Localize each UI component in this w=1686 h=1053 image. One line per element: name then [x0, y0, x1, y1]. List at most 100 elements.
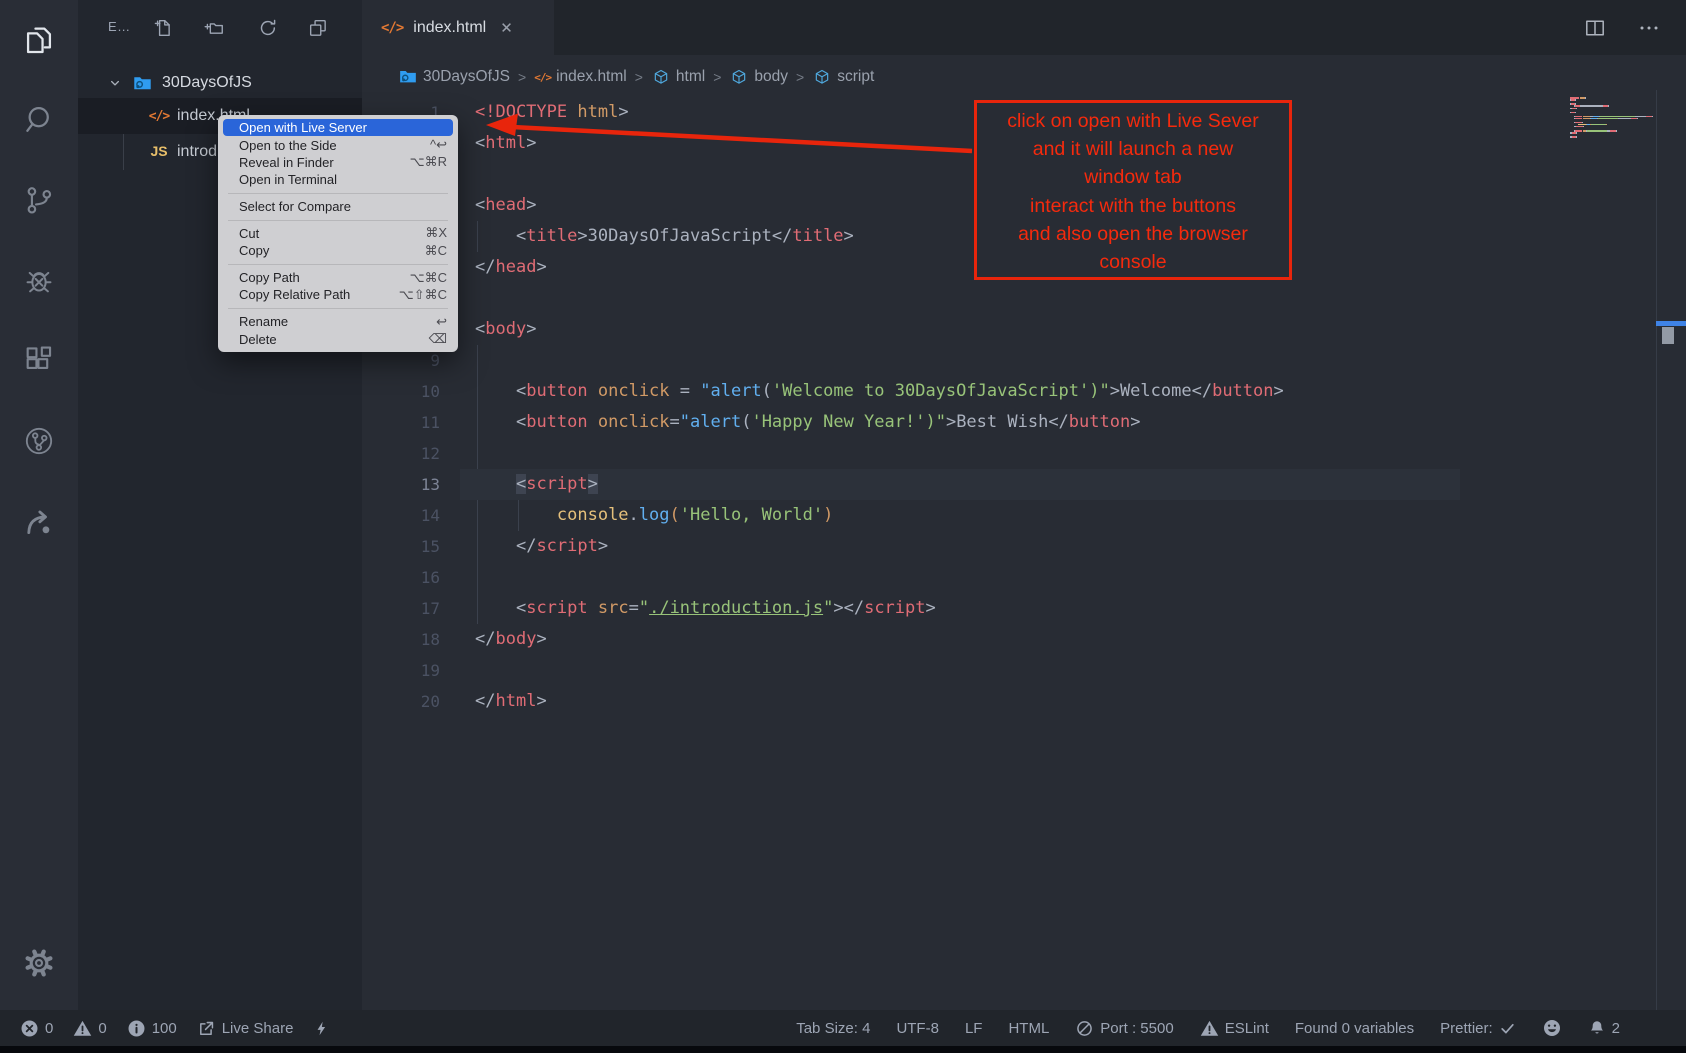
status-item-tab-size-4[interactable]: Tab Size: 4: [796, 1020, 870, 1037]
menu-item-shortcut: ⌫: [429, 331, 447, 347]
breadcrumb-item-script[interactable]: script: [812, 67, 874, 87]
menu-item-cut[interactable]: Cut⌘X: [218, 225, 458, 242]
code-text: <body>: [475, 314, 536, 345]
menu-item-label: Copy: [239, 243, 269, 258]
status-item-2[interactable]: 2: [1588, 1018, 1620, 1038]
activity-bar: [0, 0, 78, 1010]
menu-item-open-in-terminal[interactable]: Open in Terminal: [218, 171, 458, 188]
remote-icon[interactable]: [22, 424, 56, 458]
code-text: <script src="./introduction.js"></script…: [475, 593, 936, 624]
status-item-0[interactable]: 0: [73, 1019, 106, 1038]
status-item-port-5500[interactable]: Port : 5500: [1075, 1019, 1173, 1038]
status-item-live-share[interactable]: Live Share: [197, 1019, 294, 1038]
breadcrumb-label: index.html: [556, 68, 627, 86]
folder-icon: [132, 73, 153, 94]
line-number: 15: [362, 531, 440, 562]
menu-item-open-with-live-server[interactable]: Open with Live Server: [223, 119, 453, 136]
menu-item-open-to-the-side[interactable]: Open to the Side^↩: [218, 136, 458, 153]
explorer-icon[interactable]: [22, 23, 56, 57]
html-file-icon: </>: [534, 71, 551, 84]
line-number: 16: [362, 562, 440, 593]
status-item-utf-8[interactable]: UTF-8: [896, 1020, 939, 1037]
breadcrumb-item-body[interactable]: body: [729, 67, 788, 87]
extensions-icon[interactable]: [22, 343, 56, 377]
warning-icon: [73, 1019, 92, 1038]
menu-item-rename[interactable]: Rename↩: [218, 313, 458, 330]
tab-index-html[interactable]: </> index.html ✕: [362, 0, 554, 55]
current-line-highlight: [460, 469, 1460, 500]
code-line: 14 console.log('Hello, World'): [362, 500, 1686, 531]
new-file-icon[interactable]: [153, 17, 175, 39]
status-item-html[interactable]: HTML: [1008, 1020, 1049, 1037]
annotation-line: window tab: [977, 163, 1289, 191]
status-item-0[interactable]: 0: [20, 1019, 53, 1038]
breadcrumb-item-index.html[interactable]: </> index.html: [534, 68, 627, 86]
symbol-cube-icon: [812, 67, 832, 87]
code-text: </html>: [475, 686, 547, 717]
menu-separator: [228, 193, 448, 194]
explorer-title: E…: [108, 19, 131, 34]
code-line: 9: [362, 345, 1686, 376]
new-folder-icon[interactable]: [203, 17, 225, 39]
menu-item-copy-path[interactable]: Copy Path⌥⌘C: [218, 269, 458, 286]
code-line: 19: [362, 655, 1686, 686]
status-label: 0: [98, 1020, 106, 1037]
tab-label: index.html: [413, 19, 486, 37]
code-text: <button onclick="alert('Happy New Year!'…: [475, 407, 1140, 438]
status-label: HTML: [1008, 1020, 1049, 1037]
menu-item-delete[interactable]: Delete⌫: [218, 330, 458, 347]
menu-item-label: Select for Compare: [239, 199, 351, 214]
slash-icon: [1075, 1019, 1094, 1038]
status-item-100[interactable]: 100: [127, 1019, 177, 1038]
close-tab-icon[interactable]: ✕: [500, 19, 513, 37]
code-text: </head>: [475, 252, 547, 283]
menu-item-copy-relative-path[interactable]: Copy Relative Path ⌥⇧⌘C: [218, 286, 458, 303]
code-line: 11 <button onclick="alert('Happy New Yea…: [362, 407, 1686, 438]
context-menu: Open with Live ServerOpen to the Side^↩R…: [218, 115, 458, 352]
chevron-down-icon: [106, 74, 124, 92]
code-line: 16: [362, 562, 1686, 593]
search-icon[interactable]: [22, 103, 56, 137]
collapse-all-icon[interactable]: [307, 17, 329, 39]
line-number: 13: [362, 469, 440, 500]
status-item-prettier-[interactable]: Prettier:: [1440, 1020, 1516, 1037]
split-editor-icon[interactable]: [1583, 16, 1607, 40]
status-item-eslint[interactable]: ESLint: [1200, 1019, 1269, 1038]
breadcrumb-item-30DaysOfJS[interactable]: 30DaysOfJS: [398, 67, 510, 87]
tree-item-root-folder[interactable]: 30DaysOfJS: [78, 65, 362, 101]
status-label: 100: [152, 1020, 177, 1037]
menu-item-copy[interactable]: Copy⌘C: [218, 242, 458, 259]
line-number: 14: [362, 500, 440, 531]
code-line: 8<body>: [362, 314, 1686, 345]
live-share-icon[interactable]: [22, 505, 56, 539]
menu-item-label: Open to the Side: [239, 138, 337, 153]
more-actions-icon[interactable]: [1637, 16, 1661, 40]
code-line: 12: [362, 438, 1686, 469]
status-item-lightning[interactable]: [313, 1018, 330, 1039]
code-text: <head>: [475, 190, 536, 221]
menu-item-reveal-in-finder[interactable]: Reveal in Finder⌥⌘R: [218, 154, 458, 171]
symbol-cube-icon: [729, 67, 749, 87]
status-item-found-0-variables[interactable]: Found 0 variables: [1295, 1020, 1414, 1037]
status-item-lf[interactable]: LF: [965, 1020, 983, 1037]
menu-item-select-for-compare[interactable]: Select for Compare: [218, 198, 458, 215]
annotation-line: and it will launch a new: [977, 135, 1289, 163]
menu-item-shortcut: ⌥⌘R: [410, 154, 447, 170]
bottom-strip: [0, 1046, 1686, 1053]
source-control-icon[interactable]: [22, 183, 56, 217]
breadcrumb: 30DaysOfJS></>index.html>html>body>scrip…: [398, 64, 874, 90]
menu-item-shortcut: ⌥⇧⌘C: [399, 287, 447, 303]
status-label: LF: [965, 1020, 983, 1037]
menu-item-label: Copy Relative Path: [239, 287, 350, 302]
breadcrumb-item-html[interactable]: html: [651, 67, 705, 87]
breadcrumb-label: body: [754, 68, 788, 86]
status-item-smiley[interactable]: [1542, 1018, 1562, 1038]
refresh-icon[interactable]: [257, 17, 279, 39]
status-label: 2: [1612, 1020, 1620, 1037]
settings-icon[interactable]: [22, 946, 56, 980]
annotation-box: click on open with Live Severand it will…: [974, 100, 1292, 280]
code-text: <script>: [475, 469, 598, 500]
status-label: UTF-8: [896, 1020, 939, 1037]
code-text: </body>: [475, 624, 547, 655]
run-debug-icon[interactable]: [22, 263, 56, 297]
